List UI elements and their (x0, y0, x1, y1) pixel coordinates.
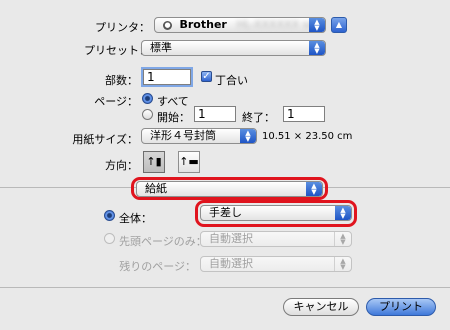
collate-label: 丁合い (215, 74, 248, 87)
feed-all-popup[interactable]: 手差し ▲ ▼ (200, 205, 352, 221)
disclosure-triangle-icon[interactable]: ▲ (331, 17, 347, 33)
pages-all-label: すべて (157, 95, 189, 108)
printer-name: Brother (179, 18, 227, 31)
section-popup-arrows-icon: ▲ ▼ (306, 182, 322, 196)
feed-first-page-label: 先頭ページのみ： (119, 235, 207, 248)
pages-to-label: 終了： (242, 111, 275, 124)
feed-remaining-popup[interactable]: 自動選択 ▲ ▼ (200, 256, 352, 272)
portrait-orientation-icon[interactable]: ↑▮ (143, 151, 165, 173)
paper-size-popup[interactable]: 洋形４号封筒 ▲ ▼ (141, 128, 257, 144)
pages-from-label: 開始： (157, 111, 190, 124)
printer-popup[interactable]: ● Brother HL-XXXXXX series ▲ ▼ (154, 17, 326, 33)
pages-range-radio[interactable] (142, 109, 153, 120)
preset-popup-arrows-icon: ▲ ▼ (309, 41, 325, 55)
preset-value: 標準 (150, 41, 172, 54)
feed-first-page-value: 自動選択 (209, 232, 253, 245)
feed-first-page-popup-arrows-icon: ▲ ▼ (334, 232, 351, 246)
cancel-button[interactable]: キャンセル (283, 298, 359, 316)
feed-remaining-popup-arrows-icon: ▲ ▼ (334, 257, 351, 271)
pages-to-input[interactable]: 1 (283, 106, 325, 122)
feed-first-page-radio[interactable] (104, 233, 115, 244)
collate-checkbox[interactable]: ✓ (201, 71, 212, 82)
section-popup[interactable]: 給紙 ▲ ▼ (136, 181, 323, 197)
pages-all-radio[interactable] (142, 93, 153, 104)
paper-size-label: 用紙サイズ： (72, 133, 138, 146)
paper-size-value: 洋形４号封筒 (150, 129, 216, 142)
printer-label: プリンタ： (95, 21, 150, 34)
printer-popup-arrows-icon: ▲ ▼ (309, 18, 325, 32)
copies-input[interactable]: 1 (143, 69, 191, 85)
paper-size-popup-arrows-icon: ▲ ▼ (240, 129, 256, 143)
feed-all-label: 全体： (119, 212, 152, 225)
feed-all-radio[interactable] (104, 210, 115, 221)
paper-dimensions: 10.51 × 23.50 cm (262, 131, 353, 142)
copies-label: 部数： (105, 74, 138, 87)
feed-first-page-popup[interactable]: 自動選択 ▲ ▼ (200, 231, 352, 247)
feed-remaining-label: 残りのページ： (119, 260, 196, 273)
bottom-divider (0, 287, 450, 288)
orientation-label: 方向： (105, 159, 138, 172)
printer-status-icon: ● (163, 20, 172, 30)
section-popup-value: 給紙 (145, 182, 167, 195)
feed-all-popup-arrows-icon: ▲ ▼ (335, 206, 351, 220)
feed-remaining-value: 自動選択 (209, 257, 253, 270)
landscape-orientation-icon[interactable]: ↑▬ (178, 151, 200, 173)
feed-all-value: 手差し (209, 206, 242, 219)
pages-from-input[interactable]: 1 (194, 106, 236, 122)
preset-popup[interactable]: 標準 ▲ ▼ (141, 40, 326, 56)
print-button[interactable]: プリント (366, 298, 436, 316)
pages-label: ページ： (94, 95, 138, 108)
preset-label: プリセット： (84, 44, 150, 57)
